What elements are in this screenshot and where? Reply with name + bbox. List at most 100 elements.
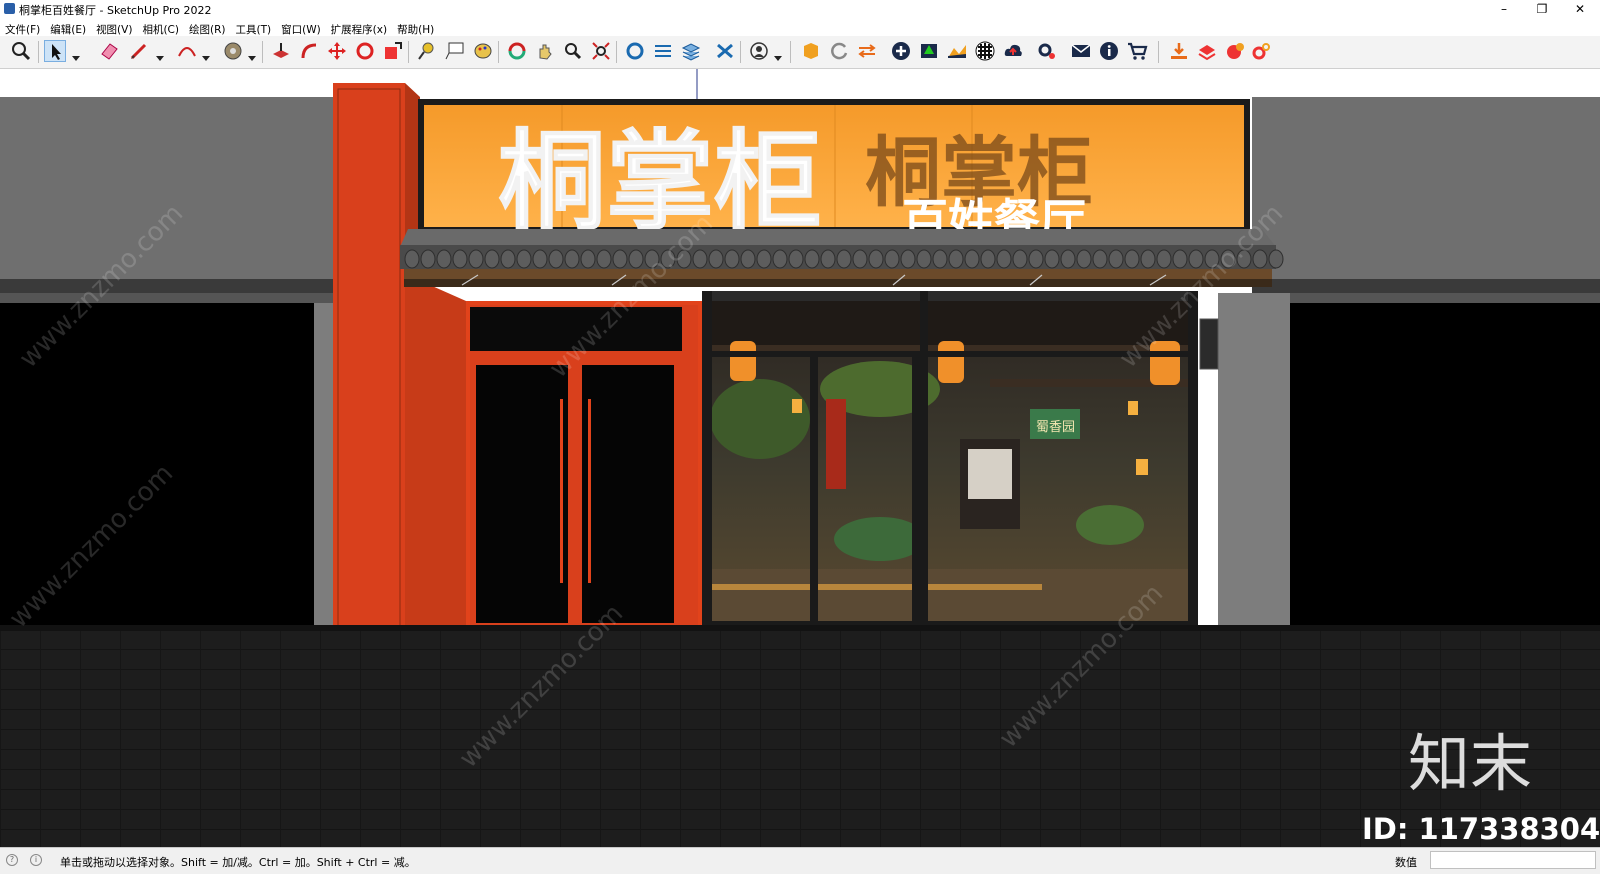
add-icon[interactable]	[890, 40, 912, 62]
select-arrow-icon[interactable]	[44, 40, 66, 62]
info-icon[interactable]	[1098, 40, 1120, 62]
export-icon[interactable]	[1196, 40, 1218, 62]
menu-view[interactable]: 视图(V)	[91, 20, 137, 37]
styles-icon[interactable]	[680, 40, 702, 62]
roof-tile	[868, 249, 884, 269]
roof-tile	[580, 249, 596, 269]
move-icon[interactable]	[326, 40, 348, 62]
component-icon[interactable]	[624, 40, 646, 62]
menu-camera[interactable]: 相机(C)	[137, 20, 184, 37]
checker-icon[interactable]	[974, 40, 996, 62]
roof-tile	[900, 249, 916, 269]
toolbar-separator	[790, 41, 791, 63]
menu-help[interactable]: 帮助(H)	[392, 20, 439, 37]
toolbar-separator	[616, 41, 617, 63]
toolbar-separator	[498, 41, 499, 63]
chevron-down-icon[interactable]	[156, 47, 164, 61]
roof-tile	[852, 249, 868, 269]
roof-tile	[1108, 249, 1124, 269]
roof-tile	[1156, 249, 1172, 269]
status-hint: 单击或拖动以选择对象。Shift = 加/减。Ctrl = 加。Shift + …	[60, 856, 416, 869]
measurements-input[interactable]	[1430, 851, 1596, 869]
status-bar: ? i 单击或拖动以选择对象。Shift = 加/减。Ctrl = 加。Shif…	[0, 847, 1600, 874]
zoom-icon[interactable]	[562, 40, 584, 62]
roof-tile	[820, 249, 836, 269]
chevron-down-icon[interactable]	[72, 47, 80, 61]
scale-icon[interactable]	[382, 40, 404, 62]
follow-me-icon[interactable]	[298, 40, 320, 62]
zoom-extents-icon[interactable]	[590, 40, 612, 62]
geo-location-icon[interactable]: ?	[6, 854, 18, 866]
shop-sign: 桐掌柜 桐掌柜 百姓餐厅	[418, 99, 1250, 248]
roof-tile	[596, 249, 612, 269]
info-status-icon[interactable]: i	[30, 854, 42, 866]
refresh-icon[interactable]	[828, 40, 850, 62]
settings-icon[interactable]	[1036, 40, 1058, 62]
paint-bucket-icon[interactable]	[222, 40, 244, 62]
menu-file[interactable]: 文件(F)	[0, 20, 45, 37]
warehouse-icon[interactable]	[800, 40, 822, 62]
menu-edit[interactable]: 编辑(E)	[45, 20, 91, 37]
roof-tile	[1044, 249, 1060, 269]
roof-tile	[708, 249, 724, 269]
roof-tile	[836, 249, 852, 269]
toolbar-separator	[740, 41, 741, 63]
measurements-label: 数值	[1395, 856, 1417, 869]
title-bar: 桐掌柜百姓餐厅 - SketchUp Pro 2022 – ❐ ✕	[0, 0, 1600, 18]
menu-extensions[interactable]: 扩展程序(x)	[326, 20, 392, 37]
pencil-line-icon[interactable]	[128, 40, 150, 62]
paint-palette-icon[interactable]	[472, 40, 494, 62]
menu-bar: 文件(F) 编辑(E) 视图(V) 相机(C) 绘图(R) 工具(T) 窗口(W) 扩展程序(…	[0, 18, 1600, 36]
left-wall	[0, 97, 336, 643]
sync-icon[interactable]	[856, 40, 878, 62]
main-toolbar	[0, 36, 1600, 69]
layers-icon[interactable]	[652, 40, 674, 62]
chevron-down-icon[interactable]	[202, 47, 210, 61]
roof-tile	[564, 249, 580, 269]
menu-draw[interactable]: 绘图(R)	[184, 20, 231, 37]
tape-measure-icon[interactable]	[416, 40, 438, 62]
window-title: 桐掌柜百姓餐厅 - SketchUp Pro 2022	[19, 4, 212, 17]
terrain-icon[interactable]	[946, 40, 968, 62]
push-pull-icon[interactable]	[270, 40, 292, 62]
toolbar-separator	[262, 41, 263, 63]
roof-tile	[916, 249, 932, 269]
roof-tile	[724, 249, 740, 269]
roof-tile	[740, 249, 756, 269]
orbit-icon[interactable]	[506, 40, 528, 62]
roof-tile	[1172, 249, 1188, 269]
tree-icon[interactable]	[918, 40, 940, 62]
right-wall	[1218, 97, 1600, 637]
roof-tile	[964, 249, 980, 269]
ground-floor	[0, 629, 1600, 847]
eraser-icon[interactable]	[98, 40, 120, 62]
model-viewport[interactable]: 桐掌柜 桐掌柜 百姓餐厅 蜀香园 www.znzmo.com www.znzmo…	[0, 69, 1600, 847]
cart-icon[interactable]	[1126, 40, 1148, 62]
pan-hand-icon[interactable]	[534, 40, 556, 62]
toolbar-separator	[38, 41, 39, 63]
roof-tile	[452, 249, 468, 269]
minimize-button[interactable]: –	[1486, 0, 1522, 18]
menu-window[interactable]: 窗口(W)	[276, 20, 326, 37]
roof-tile	[772, 249, 788, 269]
close-button[interactable]: ✕	[1562, 0, 1598, 18]
render-icon[interactable]	[1224, 40, 1246, 62]
rotate-icon[interactable]	[354, 40, 376, 62]
chevron-down-icon[interactable]	[248, 47, 256, 61]
text-label-icon[interactable]	[444, 40, 466, 62]
chevron-down-icon[interactable]	[774, 47, 782, 61]
cloud-upload-icon[interactable]	[1002, 40, 1024, 62]
arc-icon[interactable]	[176, 40, 198, 62]
user-icon[interactable]	[748, 40, 770, 62]
maximize-button[interactable]: ❐	[1524, 0, 1560, 18]
sketchup-app-icon	[4, 3, 15, 14]
znzmo-logo: 知末	[1408, 727, 1532, 800]
model-id-text: ID: 1173383044	[1362, 812, 1600, 846]
scenes-icon[interactable]	[714, 40, 736, 62]
import-icon[interactable]	[1168, 40, 1190, 62]
menu-tools[interactable]: 工具(T)	[230, 20, 276, 37]
zoom-window-icon[interactable]	[10, 40, 32, 62]
roof-tile	[1092, 249, 1108, 269]
gear-icon[interactable]	[1250, 40, 1272, 62]
mail-icon[interactable]	[1070, 40, 1092, 62]
